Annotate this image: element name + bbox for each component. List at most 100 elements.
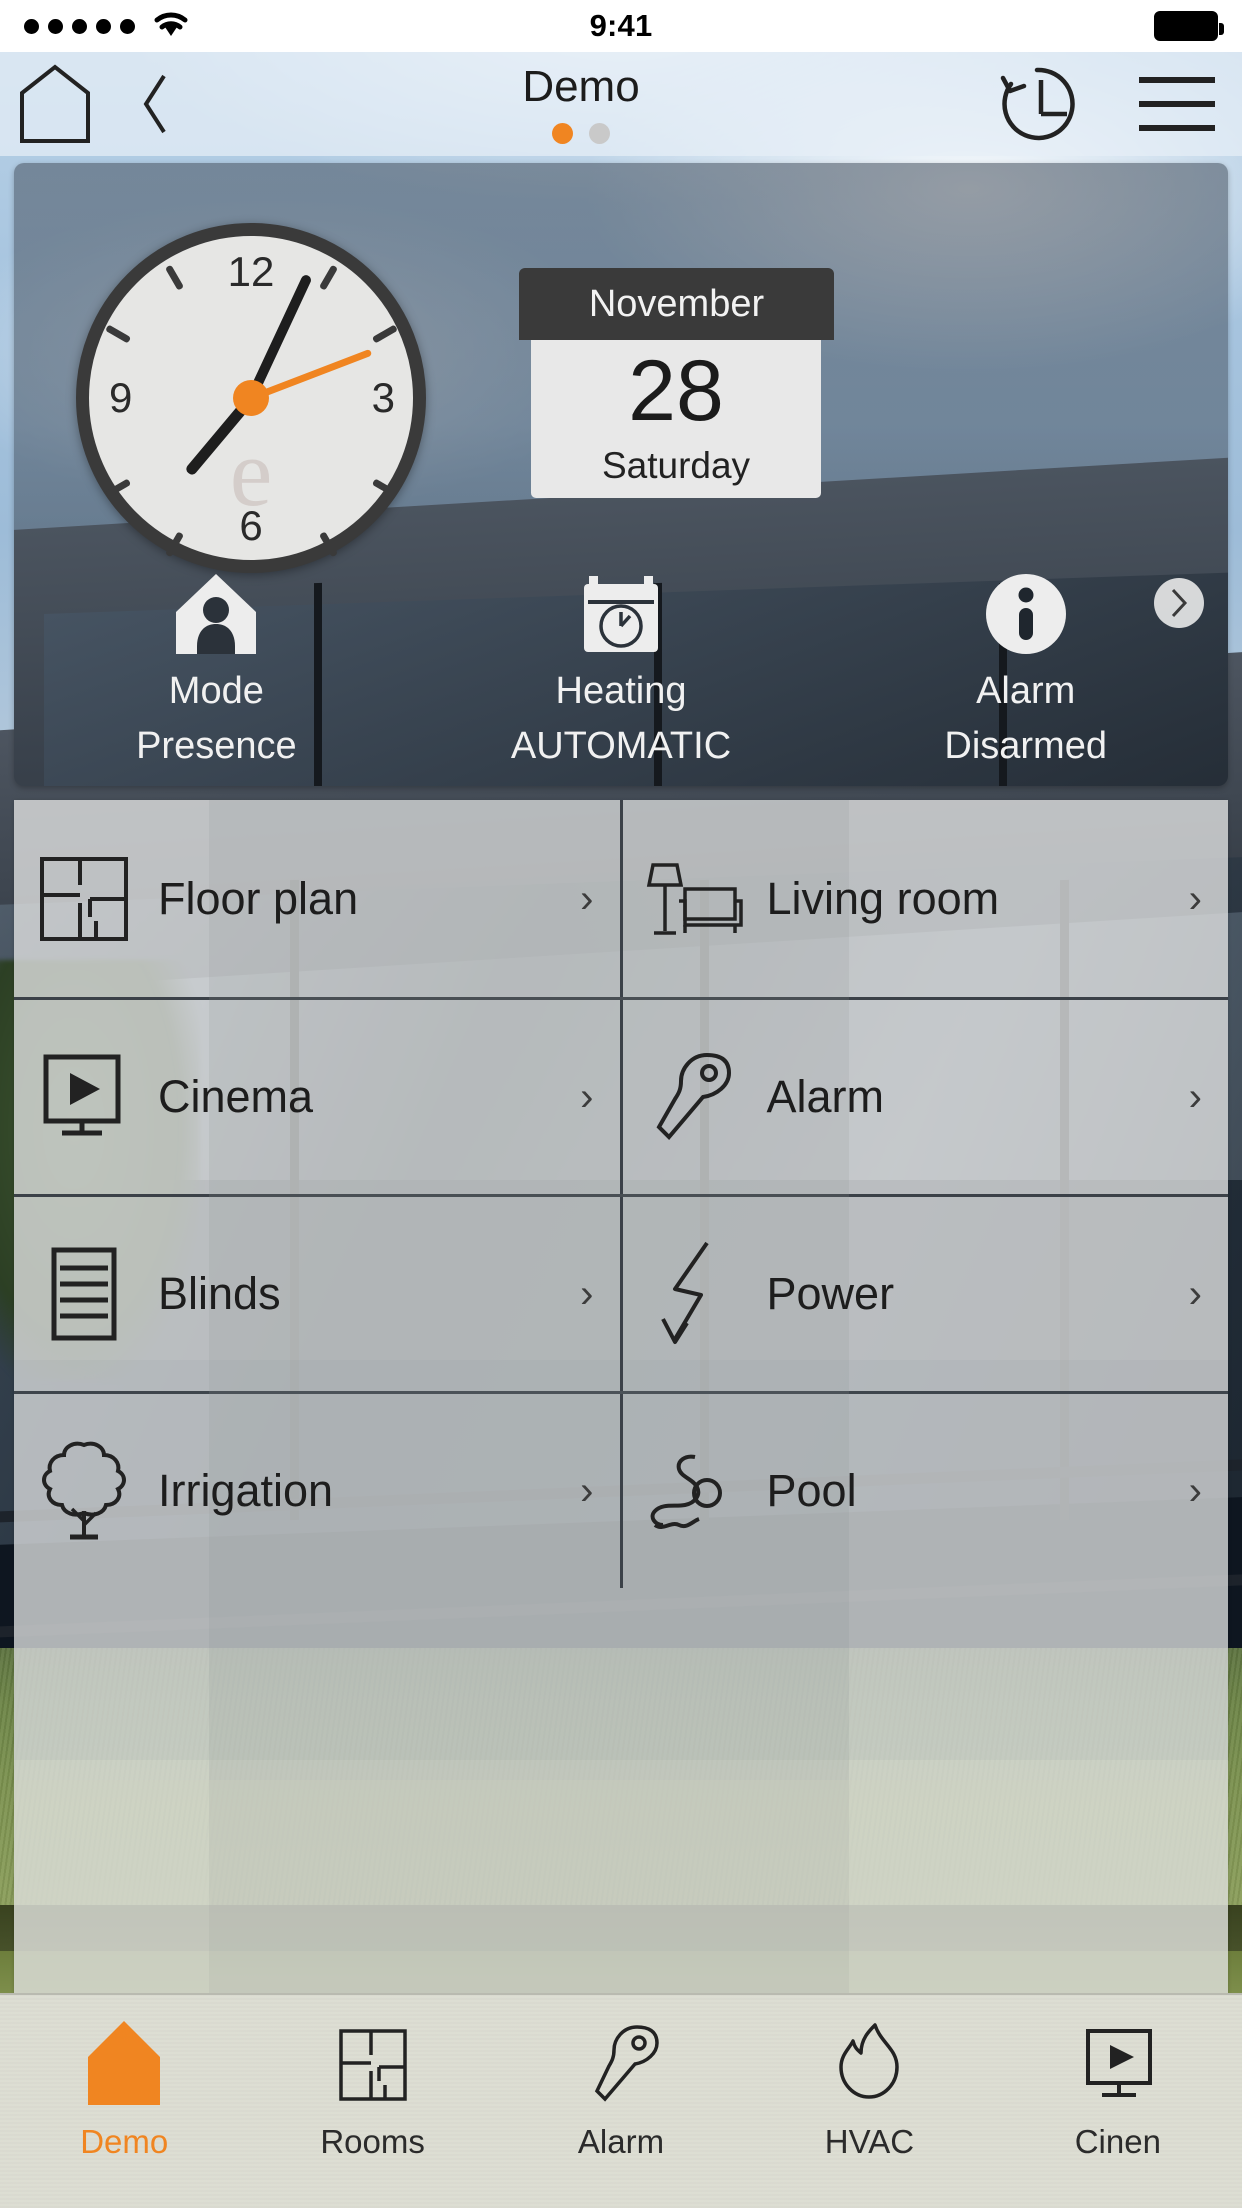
page-indicator[interactable] xyxy=(552,122,610,144)
clock-center-hub xyxy=(233,380,269,416)
clock-tick xyxy=(164,531,184,558)
back-button[interactable] xyxy=(110,52,200,156)
monitor-play-icon xyxy=(1076,2017,1160,2109)
chevron-right-icon: › xyxy=(580,1469,594,1513)
clock-number-3: 3 xyxy=(371,374,395,421)
page-dot-1[interactable] xyxy=(552,122,573,144)
status-tile-label: Alarm xyxy=(976,670,1076,712)
clock-tick xyxy=(318,264,338,291)
tab-label: HVAC xyxy=(824,2123,915,2160)
status-tile-value: Disarmed xyxy=(944,725,1107,767)
status-tile-mode[interactable]: Mode Presence xyxy=(14,568,419,768)
key-icon xyxy=(641,1049,745,1145)
tab-rooms[interactable]: Rooms xyxy=(248,2017,496,2161)
hero-status-row: Mode Presence Heating AUTOMATIC Alarm Di… xyxy=(14,568,1228,768)
hamburger-menu-icon[interactable] xyxy=(1112,52,1242,156)
home-outline-icon[interactable] xyxy=(0,52,110,156)
tab-label: Rooms xyxy=(320,2123,425,2160)
chevron-right-circle-icon[interactable] xyxy=(1154,578,1204,628)
grid-item-pool[interactable]: Pool › xyxy=(619,1394,1229,1588)
grid-item-label: Blinds xyxy=(158,1268,281,1319)
info-circle-icon xyxy=(980,568,1072,660)
page-dot-2[interactable] xyxy=(589,122,610,144)
status-tile-value: AUTOMATIC xyxy=(510,725,732,767)
chevron-right-icon: › xyxy=(1188,1075,1202,1119)
calendar-widget: November 28 Saturday xyxy=(519,268,834,498)
clock-tick xyxy=(318,531,338,558)
grid-item-alarm[interactable]: Alarm › xyxy=(619,1000,1229,1194)
grid-row: Blinds › Power › xyxy=(14,1194,1228,1391)
home-solid-icon xyxy=(82,2017,166,2109)
grid-item-irrigation[interactable]: Irrigation › xyxy=(14,1394,620,1588)
analog-clock-widget: 12 3 6 9 e xyxy=(76,223,426,573)
monitor-play-icon xyxy=(32,1053,136,1141)
grid-item-power[interactable]: Power › xyxy=(619,1197,1229,1391)
clock-tick xyxy=(104,324,131,344)
floor-plan-icon xyxy=(331,2017,415,2109)
grid-row: Cinema › Alarm › xyxy=(14,997,1228,1194)
tab-alarm[interactable]: Alarm xyxy=(497,2017,745,2161)
chevron-right-icon: › xyxy=(580,1272,594,1316)
status-bar-clock: 9:41 xyxy=(589,8,653,43)
tab-hvac[interactable]: HVAC xyxy=(745,2017,993,2161)
page-title-block: Demo xyxy=(200,61,962,144)
shortcut-grid: Floor plan › Living room › Cinema › Alar… xyxy=(14,800,1228,2022)
status-tile-heating[interactable]: Heating AUTOMATIC xyxy=(419,568,824,768)
lightning-bolt-icon xyxy=(641,1239,745,1349)
tab-label: Cinen xyxy=(1074,2123,1161,2160)
chevron-right-icon: › xyxy=(580,876,594,921)
grid-row: Floor plan › Living room › xyxy=(14,800,1228,997)
grid-item-cinema[interactable]: Cinema › xyxy=(14,1000,620,1194)
chevron-right-icon: › xyxy=(1188,1469,1202,1513)
bottom-tab-bar: Demo Rooms Alarm HVAC Cinen xyxy=(0,1993,1242,2208)
calendar-body: 28 Saturday xyxy=(531,340,821,498)
battery-full-icon xyxy=(1154,11,1224,41)
swimmer-icon xyxy=(641,1445,745,1537)
grid-item-label: Living room xyxy=(766,872,1000,924)
grid-item-label: Cinema xyxy=(158,1071,314,1122)
clock-brand-watermark: e xyxy=(229,419,273,527)
status-tile-value: Presence xyxy=(136,725,297,767)
grid-translucency-band xyxy=(14,1780,1228,2022)
sofa-lamp-icon xyxy=(641,857,745,941)
tab-label: Demo xyxy=(80,2123,169,2160)
grid-item-label: Power xyxy=(766,1268,895,1319)
grid-item-label: Floor plan xyxy=(158,872,359,924)
tab-label: Alarm xyxy=(577,2123,665,2160)
clock-tick xyxy=(164,264,184,291)
clock-tick xyxy=(371,324,398,344)
grid-item-floor-plan[interactable]: Floor plan › xyxy=(14,800,620,997)
person-in-house-icon xyxy=(170,568,262,660)
status-tile-label: Heating xyxy=(555,670,687,712)
flame-icon xyxy=(827,2017,911,2109)
chevron-right-icon: › xyxy=(1188,1272,1202,1316)
clock-number-9: 9 xyxy=(109,374,133,421)
chevron-right-icon: › xyxy=(580,1075,594,1119)
grid-item-label: Alarm xyxy=(766,1071,885,1122)
grid-item-living-room[interactable]: Living room › xyxy=(619,800,1229,997)
status-tile-label: Mode xyxy=(168,670,264,712)
grid-row: Irrigation › Pool › xyxy=(14,1391,1228,1588)
chevron-right-icon: › xyxy=(1188,876,1202,921)
status-bar: 9:41 xyxy=(0,0,1242,52)
calendar-day-number: 28 xyxy=(628,343,724,440)
floor-plan-icon xyxy=(32,855,136,943)
blinds-icon xyxy=(32,1246,136,1342)
tab-demo[interactable]: Demo xyxy=(0,2017,248,2161)
key-icon xyxy=(579,2017,663,2109)
clock-tick xyxy=(104,478,131,498)
clock-rotate-left-icon[interactable] xyxy=(962,52,1112,156)
navigation-bar: Demo xyxy=(0,52,1242,156)
grid-item-blinds[interactable]: Blinds › xyxy=(14,1197,620,1391)
grid-item-label: Irrigation xyxy=(158,1465,334,1516)
tree-icon xyxy=(32,1439,136,1543)
calendar-weekday: Saturday xyxy=(601,444,751,486)
calendar-clock-icon xyxy=(575,568,667,660)
calendar-month: November xyxy=(519,268,834,340)
clock-number-12: 12 xyxy=(227,248,275,295)
grid-item-label: Pool xyxy=(766,1465,857,1516)
dashboard-hero-card[interactable]: 12 3 6 9 e November 28 Saturday Mode Pre… xyxy=(14,163,1228,786)
page-title: Demo xyxy=(522,61,640,111)
tab-cinema[interactable]: Cinen xyxy=(994,2017,1242,2161)
clock-tick xyxy=(371,478,398,498)
